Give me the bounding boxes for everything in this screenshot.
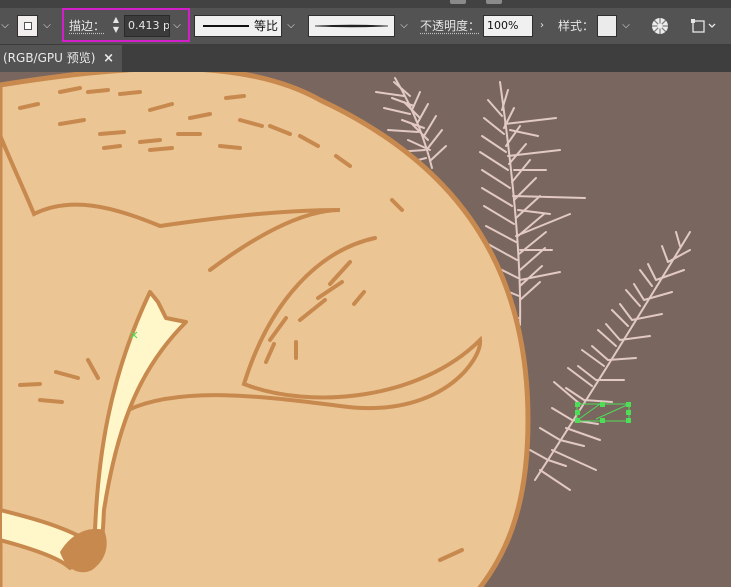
- color-wheel-icon: [652, 18, 668, 34]
- artwork-illustration: [0, 72, 691, 587]
- opacity-label[interactable]: 不透明度：: [420, 8, 480, 44]
- fox-body: [0, 72, 531, 587]
- menu-strip-nub: [450, 0, 466, 4]
- recolor-artwork-icon[interactable]: [650, 16, 670, 36]
- style-label: 样式：: [558, 19, 595, 33]
- style-chevron-icon[interactable]: ⌵: [619, 15, 633, 37]
- profile-chevron-icon[interactable]: ⌵: [284, 15, 298, 37]
- brush-chevron-icon[interactable]: ⌵: [397, 15, 411, 37]
- stroke-color-chevron-icon[interactable]: ⌵: [40, 15, 54, 37]
- grass-sprig-lower: [529, 231, 691, 491]
- brush-definition[interactable]: [308, 15, 395, 37]
- graphic-style-swatch[interactable]: [597, 15, 617, 37]
- stroke-weight-chevron-icon[interactable]: ⌵: [170, 15, 184, 37]
- close-icon[interactable]: ×: [103, 45, 114, 72]
- stroke-weight-input[interactable]: 0.413 p: [124, 15, 170, 37]
- profile-line-icon: [203, 25, 249, 27]
- variable-width-profile[interactable]: 等比: [194, 15, 282, 37]
- fill-dropdown-chevron-icon[interactable]: ⌵: [0, 15, 10, 37]
- brush-stroke-icon: [314, 24, 389, 28]
- stroke-stepper-icon[interactable]: ▲ ▼: [108, 15, 124, 37]
- artboard-canvas[interactable]: [0, 72, 731, 587]
- document-tab-title: (RGB/GPU 预览): [3, 51, 96, 65]
- stroke-label[interactable]: 描边：: [69, 8, 105, 44]
- document-tab[interactable]: (RGB/GPU 预览) ×: [0, 45, 122, 72]
- profile-label: 等比: [254, 19, 279, 33]
- app-menu-strip: [0, 0, 731, 8]
- document-tab-bar: (RGB/GPU 预览) ×: [0, 45, 731, 72]
- menu-strip-nub: [486, 0, 502, 4]
- stroke-swatch-inner-icon: [24, 22, 32, 30]
- control-bar: ⌵ ⌵ 描边： ▲ ▼ 0.413 p ⌵ 等比 ⌵ ⌵ 不透明度： 100% ›…: [0, 8, 731, 45]
- opacity-arrow-icon[interactable]: ›: [535, 15, 549, 37]
- opacity-input[interactable]: 100%: [483, 15, 533, 37]
- stroke-color-swatch[interactable]: [17, 15, 38, 37]
- transform-button[interactable]: [690, 17, 720, 35]
- transform-icon: [691, 19, 716, 33]
